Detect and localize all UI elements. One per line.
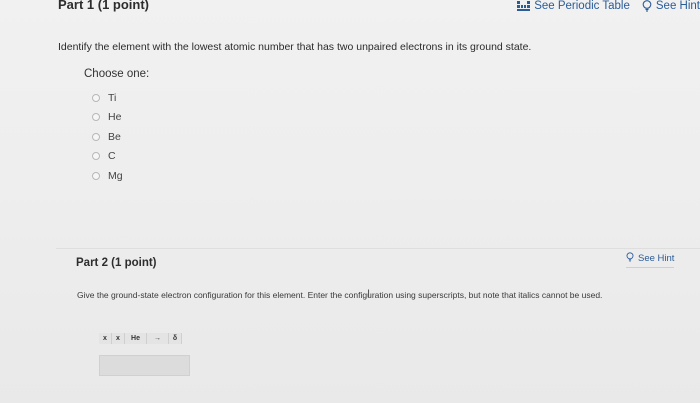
answer-input[interactable] xyxy=(99,355,190,376)
question-card: Part 1 (1 point) See Periodic Table See … xyxy=(0,0,700,403)
part2-hint-label: See Hint xyxy=(638,253,675,264)
lightbulb-icon xyxy=(642,0,652,12)
choose-one-label: Choose one: xyxy=(84,68,150,80)
part1-links: See Periodic Table See Hint xyxy=(505,0,700,12)
arrow-button[interactable]: → xyxy=(147,333,169,344)
formula-toolbar: x x He → δ xyxy=(99,332,211,345)
part1-title: Part 1 (1 point) xyxy=(58,0,150,12)
see-hint-link[interactable]: See Hint xyxy=(642,0,700,12)
subscript-button[interactable]: x xyxy=(112,333,125,344)
delta-button[interactable]: δ xyxy=(169,333,182,344)
radio-button[interactable] xyxy=(92,152,100,161)
radio-button[interactable] xyxy=(92,93,100,102)
radio-button[interactable] xyxy=(92,171,100,180)
option-be[interactable]: Be xyxy=(92,127,123,147)
question-text: Identify the element with the lowest ato… xyxy=(58,41,532,53)
part2-instruction: Give the ground-state electron configura… xyxy=(77,290,603,300)
periodic-table-icon xyxy=(517,0,531,12)
periodic-table-label: See Periodic Table xyxy=(534,0,630,12)
part2-see-hint-link[interactable]: See Hint xyxy=(626,252,675,268)
periodic-table-link[interactable]: See Periodic Table xyxy=(517,0,630,12)
option-label: He xyxy=(108,111,122,124)
hint-underline xyxy=(626,267,675,268)
option-label: Ti xyxy=(108,91,117,104)
option-he[interactable]: He xyxy=(92,108,123,128)
option-label: Mg xyxy=(108,169,123,182)
option-label: C xyxy=(108,150,116,163)
see-hint-label: See Hint xyxy=(655,0,700,12)
radio-button[interactable] xyxy=(92,113,100,122)
superscript-button[interactable]: x xyxy=(99,333,112,344)
option-ti[interactable]: Ti xyxy=(92,88,123,108)
option-mg[interactable]: Mg xyxy=(92,166,123,186)
text-cursor-icon: I xyxy=(367,288,371,300)
option-label: Be xyxy=(108,130,121,143)
element-button[interactable]: He xyxy=(125,333,147,344)
lightbulb-icon xyxy=(626,252,634,265)
answer-options: Ti He Be C Mg xyxy=(92,88,123,186)
radio-button[interactable] xyxy=(92,132,100,141)
section-divider xyxy=(56,248,700,249)
option-c[interactable]: C xyxy=(92,147,123,167)
part2-title: Part 2 (1 point) xyxy=(76,257,157,269)
